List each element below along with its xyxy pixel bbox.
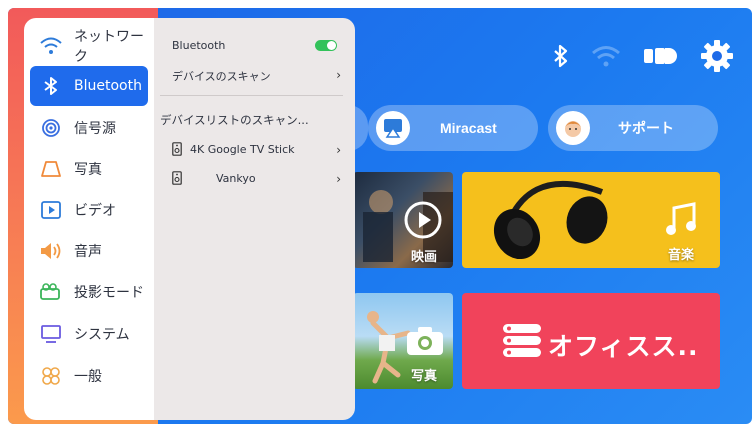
- settings-menu: ネットワーク Bluetooth 信号源 写真 ビデオ 音声 投影モード システ…: [24, 18, 159, 420]
- menu-item-signal-source[interactable]: 信号源: [30, 108, 148, 148]
- menu-item-network[interactable]: ネットワーク: [30, 26, 148, 66]
- miracast-icon: [376, 111, 410, 145]
- menu-item-audio[interactable]: 音声: [30, 231, 148, 271]
- music-tile[interactable]: 音楽: [462, 172, 720, 268]
- video-icon: [40, 199, 62, 221]
- menu-item-label: ネットワーク: [74, 29, 144, 65]
- device-list-label: デバイスリストのスキャン...: [160, 113, 309, 127]
- menu-item-label: 投影モード: [74, 285, 144, 301]
- chevron-right-icon: ›: [336, 172, 341, 186]
- office-tile[interactable]: オフィスス..: [462, 293, 720, 389]
- bluetooth-row-label: Bluetooth: [172, 39, 226, 52]
- status-bar: [553, 38, 735, 74]
- menu-item-video[interactable]: ビデオ: [30, 190, 148, 230]
- settings-gear-icon[interactable]: [699, 38, 735, 74]
- menu-item-label: 一般: [74, 369, 102, 385]
- support-button[interactable]: サポート: [548, 105, 718, 151]
- projector-icon: [40, 281, 62, 303]
- photo-icon: [40, 158, 62, 180]
- menu-item-bluetooth[interactable]: Bluetooth: [30, 66, 148, 106]
- menu-item-photo[interactable]: 写真: [30, 149, 148, 189]
- signal-source-icon: [40, 117, 62, 139]
- movie-tile-label: 映画: [411, 250, 438, 265]
- office-tile-label: オフィスス..: [548, 332, 699, 361]
- menu-item-label: システム: [74, 327, 130, 343]
- menu-item-general[interactable]: 一般: [30, 356, 148, 396]
- device-name: 4K Google TV Stick: [190, 143, 295, 156]
- miracast-button[interactable]: Miracast: [368, 105, 538, 151]
- camera-icon: [405, 325, 445, 361]
- speaker-icon: [40, 240, 62, 262]
- speaker-device-icon: [172, 171, 182, 188]
- speaker-device-icon: [172, 142, 182, 159]
- bluetooth-panel: Bluetooth デバイスのスキャン › デバイスリストのスキャン... 4K…: [154, 18, 355, 420]
- music-tile-label: 音楽: [668, 248, 695, 263]
- bluetooth-status-icon: [553, 44, 569, 68]
- wifi-icon: [40, 35, 62, 57]
- bluetooth-icon: [40, 75, 62, 97]
- chevron-right-icon: ›: [336, 68, 341, 82]
- input-source-status-icon: [643, 44, 677, 68]
- office-list-icon: [502, 323, 542, 363]
- play-icon: [403, 200, 443, 244]
- general-icon: [40, 365, 62, 387]
- support-label: サポート: [618, 120, 674, 136]
- scan-devices-label: デバイスのスキャン: [172, 70, 271, 83]
- menu-item-projection-mode[interactable]: 投影モード: [30, 272, 148, 312]
- device-name: Vankyo: [216, 172, 256, 185]
- menu-item-system[interactable]: システム: [30, 314, 148, 354]
- divider: [160, 95, 343, 96]
- chevron-right-icon: ›: [336, 143, 341, 157]
- music-note-icon: [662, 200, 702, 244]
- miracast-label: Miracast: [440, 120, 497, 136]
- menu-item-label: 写真: [74, 162, 102, 178]
- support-icon: [556, 111, 590, 145]
- menu-item-label: 信号源: [74, 121, 116, 137]
- menu-item-label: ビデオ: [74, 203, 116, 219]
- photo-tile-label: 写真: [411, 369, 438, 384]
- monitor-icon: [40, 323, 62, 345]
- menu-item-label: 音声: [74, 244, 102, 260]
- wifi-status-icon: [591, 44, 621, 68]
- bluetooth-toggle[interactable]: [315, 40, 337, 51]
- movie-tile[interactable]: 映画: [353, 172, 453, 268]
- photo-tile[interactable]: 写真: [353, 293, 453, 389]
- menu-item-label: Bluetooth: [74, 78, 142, 94]
